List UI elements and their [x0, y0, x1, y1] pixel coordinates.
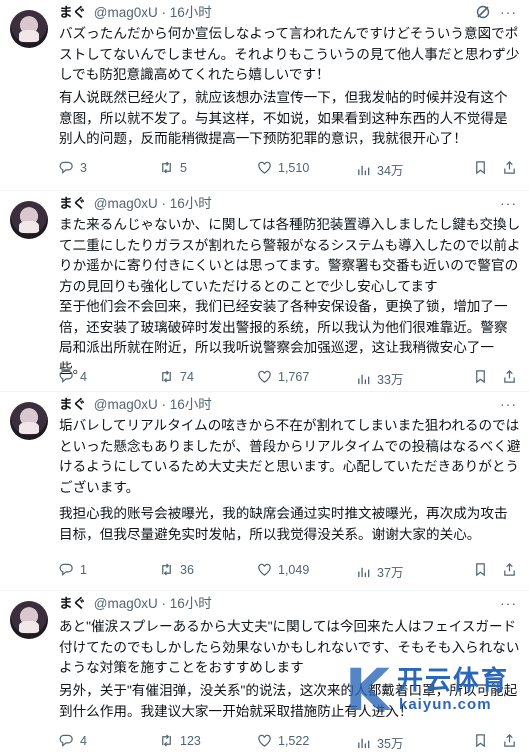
avatar[interactable]: [10, 201, 48, 239]
retweet-button[interactable]: 36: [159, 562, 194, 577]
tweet-text-original: 垢バレしてリアルタイムの呟きから不在が割れてしまいまた狙われるのではといった懸念…: [59, 418, 521, 495]
reply-button[interactable]: 4: [59, 733, 87, 748]
reply-button[interactable]: 3: [59, 160, 87, 175]
watermark: K 开云体育 kaiyun.com: [345, 650, 529, 724]
bookmark-icon[interactable]: [473, 369, 488, 384]
views-icon: [358, 567, 370, 578]
reply-icon: [59, 734, 73, 747]
views-button[interactable]: 33万: [356, 369, 403, 388]
views-button[interactable]: 34万: [356, 160, 403, 179]
tweet-header: まぐ @mag0xU · 16小时: [59, 195, 212, 213]
avatar[interactable]: [10, 10, 48, 48]
views-icon: [358, 374, 370, 385]
reply-icon: [59, 563, 73, 576]
like-button[interactable]: 1,522: [257, 733, 309, 748]
heart-icon: [258, 734, 271, 747]
reply-button[interactable]: 1: [59, 562, 87, 577]
tweet-actions: 4 123 1,522 35万: [59, 733, 517, 751]
heart-icon: [258, 370, 271, 383]
retweet-icon: [162, 563, 171, 576]
watermark-url: kaiyun.com: [399, 696, 492, 713]
more-options-icon[interactable]: ···: [500, 595, 517, 611]
bookmark-icon[interactable]: [473, 160, 488, 175]
tweet-header: まぐ @mag0xU · 16小时: [59, 4, 212, 22]
timestamp[interactable]: · 16小时: [162, 397, 212, 412]
tweet-actions: 1 36 1,049 37万: [59, 562, 517, 580]
like-button[interactable]: 1,049: [257, 562, 309, 577]
heart-icon: [258, 563, 271, 576]
like-button[interactable]: 1,510: [257, 160, 309, 175]
view-count: 33万: [377, 373, 404, 387]
tweet[interactable]: まぐ @mag0xU · 16小时 ··· 垢バレしてリアルタイムの呟きから不在…: [0, 392, 529, 591]
reply-count: 3: [80, 160, 87, 175]
more-options-icon[interactable]: ···: [500, 4, 517, 20]
tweet-text-translation: 有人说既然已经火了，就应该想办法宣传一下，但我发帖的时候并没有这个意图，所以就不…: [59, 90, 508, 146]
like-count: 1,767: [278, 369, 310, 384]
retweet-icon: [162, 370, 171, 383]
timestamp[interactable]: · 16小时: [162, 596, 212, 611]
view-count: 34万: [377, 164, 404, 178]
share-icon[interactable]: [502, 369, 517, 384]
avatar[interactable]: [10, 601, 48, 639]
tweet-text-translation: 我担心我的账号会被曝光，我的缺席会通过实时推文被曝光，再次成为攻击目标，但我尽量…: [59, 506, 508, 542]
reply-button[interactable]: 4: [59, 369, 87, 384]
retweet-count: 123: [180, 733, 201, 748]
tweet-text-original: バズったんだから何か宣伝しなよって言われたんですけどそういう意図でポストしてない…: [59, 26, 520, 82]
more-options-icon[interactable]: ···: [500, 195, 517, 211]
share-icon[interactable]: [502, 160, 517, 175]
view-count: 35万: [377, 737, 404, 751]
author-name[interactable]: まぐ: [59, 5, 86, 20]
author-handle[interactable]: @mag0xU: [94, 397, 158, 412]
timestamp[interactable]: · 16小时: [162, 5, 212, 20]
share-icon[interactable]: [502, 733, 517, 748]
tweet[interactable]: まぐ @mag0xU · 16小时 ··· また来るんじゃないか、に関しては各種…: [0, 191, 529, 392]
tweet-text-translation: 至于他们会不会回来，我们已经安装了各种安保设备，更换了锁，增加了一倍，还安装了玻…: [59, 299, 508, 376]
share-icon[interactable]: [502, 562, 517, 577]
retweet-icon: [162, 734, 171, 747]
author-name[interactable]: まぐ: [59, 196, 86, 211]
retweet-icon: [162, 161, 171, 174]
tweet[interactable]: まぐ @mag0xU · 16小时 ··· バズったんだから何か宣伝しなよって言…: [0, 0, 529, 191]
reply-count: 4: [80, 733, 87, 748]
watermark-logo: K: [345, 656, 390, 724]
author-name[interactable]: まぐ: [59, 596, 86, 611]
tweet-header: まぐ @mag0xU · 16小时: [59, 396, 212, 414]
reply-count: 4: [80, 369, 87, 384]
avatar[interactable]: [10, 402, 48, 440]
retweet-count: 36: [180, 562, 194, 577]
watermark-title: 开云体育: [397, 665, 510, 695]
reply-count: 1: [80, 562, 87, 577]
bookmark-icon[interactable]: [473, 733, 488, 748]
author-handle[interactable]: @mag0xU: [94, 5, 158, 20]
timestamp[interactable]: · 16小时: [162, 196, 212, 211]
tweet-actions: 4 74 1,767 33万: [59, 369, 517, 387]
like-count: 1,510: [278, 160, 310, 175]
author-handle[interactable]: @mag0xU: [94, 196, 158, 211]
reply-icon: [59, 161, 73, 174]
views-icon: [358, 738, 370, 749]
grok-icon[interactable]: [475, 4, 491, 20]
retweet-button[interactable]: 74: [159, 369, 194, 384]
retweet-count: 74: [180, 369, 194, 384]
reply-icon: [59, 370, 73, 383]
heart-icon: [258, 161, 271, 174]
author-handle[interactable]: @mag0xU: [94, 596, 158, 611]
like-button[interactable]: 1,767: [257, 369, 309, 384]
views-button[interactable]: 37万: [356, 562, 403, 581]
views-button[interactable]: 35万: [356, 733, 403, 752]
bookmark-icon[interactable]: [473, 562, 488, 577]
more-options-icon[interactable]: ···: [500, 396, 517, 412]
views-icon: [358, 165, 370, 176]
tweet-actions: 3 5 1,510 34万: [59, 160, 517, 178]
retweet-button[interactable]: 123: [159, 733, 201, 748]
author-name[interactable]: まぐ: [59, 397, 86, 412]
retweet-count: 5: [180, 160, 187, 175]
retweet-button[interactable]: 5: [159, 160, 187, 175]
tweet-text-original: また来るんじゃないか、に関しては各種防犯装置導入しましたし鍵も交換して二重にした…: [59, 217, 521, 294]
tweet-header: まぐ @mag0xU · 16小时: [59, 595, 212, 613]
like-count: 1,522: [278, 733, 310, 748]
view-count: 37万: [377, 566, 404, 580]
like-count: 1,049: [278, 562, 310, 577]
